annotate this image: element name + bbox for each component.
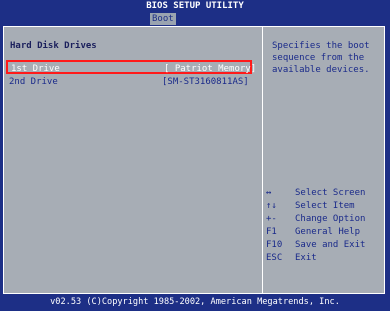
- key-name: F1: [266, 227, 277, 237]
- key-help-item: ↑↓ Select Item: [266, 201, 384, 214]
- drive-label: 2nd Drive: [9, 77, 58, 87]
- panel-divider: [262, 26, 263, 294]
- bios-title: BIOS SETUP UTILITY: [0, 0, 390, 13]
- key-name: ↔: [266, 188, 272, 198]
- drive-label: 1st Drive: [11, 64, 60, 74]
- key-desc: Select Item: [295, 201, 355, 211]
- copyright-footer: v02.53 (C)Copyright 1985-2002, American …: [0, 296, 390, 309]
- key-name: F10: [266, 240, 283, 250]
- help-text: Specifies the boot sequence from the ava…: [272, 41, 370, 75]
- key-help-list: ↔ Select Screen ↑↓ Select Item +- Change…: [266, 188, 384, 266]
- drive-row-1st[interactable]: 1st Drive [ Patriot Memory]: [6, 60, 256, 74]
- tab-boot[interactable]: Boot: [150, 13, 176, 25]
- key-help-item: F10 Save and Exit: [266, 240, 384, 253]
- key-help-item: F1 General Help: [266, 227, 384, 240]
- key-help-item: ↔ Select Screen: [266, 188, 384, 201]
- key-name: ↑↓: [266, 201, 277, 211]
- key-desc: Select Screen: [295, 188, 366, 198]
- drive-row-2nd[interactable]: 2nd Drive [SM-ST3160811AS]: [6, 75, 252, 89]
- key-name: +-: [266, 214, 277, 224]
- key-desc: Save and Exit: [295, 240, 366, 250]
- key-help-item: +- Change Option: [266, 214, 384, 227]
- key-desc: Change Option: [295, 214, 366, 224]
- key-desc: General Help: [295, 227, 361, 237]
- section-title: Hard Disk Drives: [10, 41, 97, 51]
- drive-value: [SM-ST3160811AS]: [162, 77, 249, 87]
- drive-value: [ Patriot Memory]: [164, 64, 257, 74]
- tab-bar: Boot: [0, 13, 390, 25]
- key-name: ESC: [266, 253, 283, 263]
- key-desc: Exit: [295, 253, 317, 263]
- key-help-item: ESC Exit: [266, 253, 384, 266]
